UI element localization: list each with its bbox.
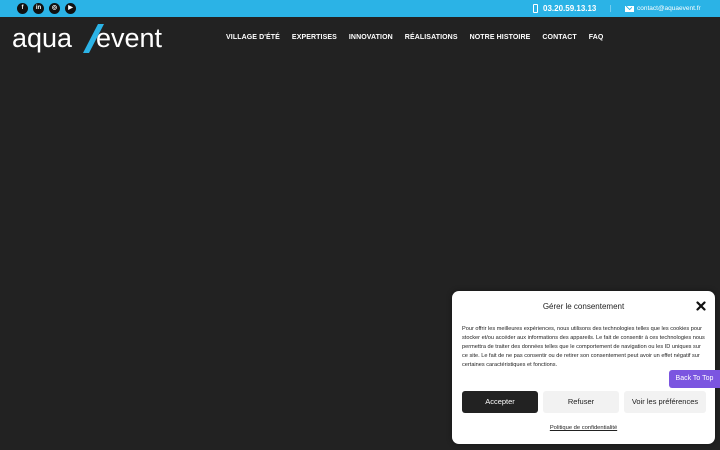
- nav-item-notre-histoire[interactable]: NOTRE HISTOIRE: [470, 34, 531, 41]
- nav-item-village-ete[interactable]: VILLAGE D'ÉTÉ: [226, 34, 280, 41]
- preferences-button[interactable]: Voir les préférences: [624, 391, 706, 413]
- email-link[interactable]: contact@aquaevent.fr: [625, 2, 701, 15]
- close-icon[interactable]: [696, 301, 706, 311]
- nav-item-expertises[interactable]: EXPERTISES: [292, 34, 337, 41]
- accept-button[interactable]: Accepter: [462, 391, 538, 413]
- youtube-icon[interactable]: ▶: [65, 3, 76, 14]
- nav-item-contact[interactable]: CONTACT: [542, 34, 576, 41]
- consent-text: Pour offrir les meilleures expériences, …: [462, 326, 705, 368]
- topbar-divider: [610, 5, 611, 12]
- mail-icon: [625, 5, 634, 12]
- nav-item-innovation[interactable]: INNOVATION: [349, 34, 393, 41]
- phone-link[interactable]: 03.20.59.13.13: [533, 2, 596, 15]
- instagram-icon[interactable]: ◎: [49, 3, 60, 14]
- nav-item-faq[interactable]: FAQ: [589, 34, 604, 41]
- privacy-policy-link[interactable]: Politique de confidentialité: [452, 425, 715, 431]
- aquaevent-logo[interactable]: aqua event: [12, 22, 164, 54]
- email-address: contact@aquaevent.fr: [637, 5, 701, 12]
- logo-text-event: event: [96, 23, 163, 53]
- facebook-icon[interactable]: f: [17, 3, 28, 14]
- logo-text-aqua: aqua: [12, 23, 73, 53]
- nav-item-realisations[interactable]: RÉALISATIONS: [405, 34, 458, 41]
- back-to-top-button[interactable]: Back To Top: [669, 370, 720, 388]
- main-nav: VILLAGE D'ÉTÉ EXPERTISES INNOVATION RÉAL…: [226, 32, 615, 42]
- phone-number: 03.20.59.13.13: [543, 4, 597, 13]
- linkedin-icon[interactable]: in: [33, 3, 44, 14]
- refuse-button[interactable]: Refuser: [543, 391, 619, 413]
- top-bar: f in ◎ ▶ 03.20.59.13.13 contact@aquaeven…: [0, 0, 720, 17]
- consent-title: Gérer le consentement: [542, 302, 625, 311]
- consent-dialog: Gérer le consentement Pour offrir les me…: [452, 291, 715, 444]
- phone-icon: [533, 4, 538, 13]
